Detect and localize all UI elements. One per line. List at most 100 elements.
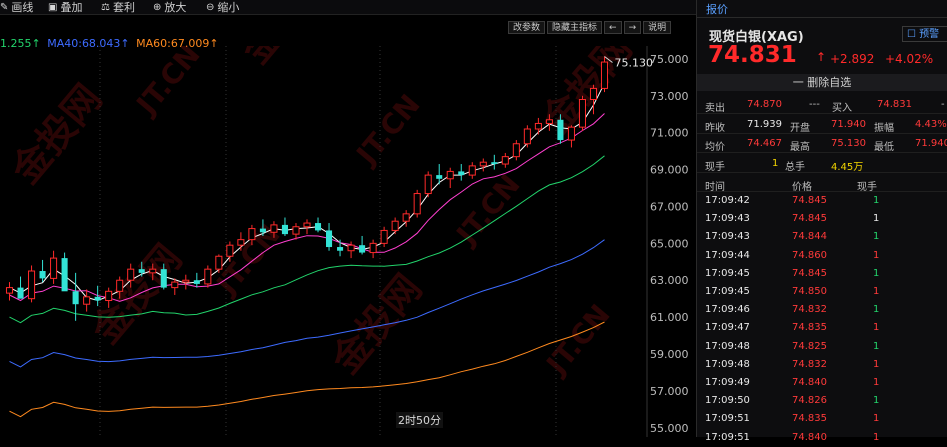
y-tick-label: 61.000 (650, 311, 689, 324)
y-tick-label: 71.000 (650, 127, 689, 140)
y-tick-label: 67.000 (650, 200, 689, 213)
tick-price: 74.845 (792, 267, 827, 279)
tick-price: 74.845 (792, 195, 827, 206)
tick-row: 17:09:46 74.832 1 (697, 301, 947, 319)
arbitrage-button[interactable]: ⚖ 套利 (101, 0, 135, 14)
tick-time: 17:09:48 (705, 358, 750, 370)
tick-price: 74.844 (792, 231, 827, 243)
hide-main-indicator-button[interactable]: 隐藏主指标 (547, 21, 603, 34)
candle-body (468, 165, 476, 176)
tick-volume: 1 (873, 249, 880, 261)
tick-price: 74.840 (792, 377, 827, 388)
candle-body (61, 258, 68, 292)
quote-panel: 报价 现货白银(XAG) ☐ 预警 74.831 ↑ +2.892 +4.02%… (697, 0, 947, 443)
tick-row: 17:09:43 74.845 1 (697, 210, 947, 228)
candle-body (491, 162, 498, 165)
next-indicator-button[interactable]: → (623, 21, 642, 34)
draw-line-button[interactable]: ✎ 画线 (0, 0, 33, 14)
candle-body (314, 223, 322, 231)
prev-indicator-button[interactable]: ← (604, 21, 622, 34)
tick-time: 17:09:50 (705, 395, 750, 407)
tick-time: 17:09:43 (705, 231, 750, 243)
tick-volume: 1 (873, 413, 880, 425)
ma-line-MA40 (9, 239, 605, 368)
candle-body (512, 143, 520, 158)
tick-row: 17:09:51 74.835 1 (697, 410, 947, 428)
tick-volume: 1 (873, 267, 880, 279)
tick-volume: 1 (873, 304, 880, 316)
candle-body (94, 296, 101, 301)
candle-body (171, 281, 179, 289)
y-tick-label: 65.000 (650, 237, 689, 250)
price-change: +2.892 (830, 52, 875, 66)
candle-body (446, 170, 454, 180)
tick-price: 74.832 (792, 358, 827, 370)
candle-body (28, 270, 36, 300)
candle-body (160, 269, 167, 288)
candle-body (83, 296, 91, 305)
tick-time: 17:09:42 (705, 195, 750, 206)
zoom-out-button[interactable]: ⊖ 缩小 (206, 0, 239, 14)
candle-body (424, 174, 432, 195)
zoom-in-button[interactable]: ⊕ 放大 (153, 0, 186, 14)
up-arrow-icon: ↑ (816, 50, 827, 64)
tick-row: 17:09:47 74.835 1 (697, 319, 947, 337)
tick-row: 17:09:51 74.840 1 (697, 429, 947, 447)
modify-params-button[interactable]: 改参数 (508, 21, 546, 34)
candle-body (105, 290, 113, 302)
tick-time: 17:09:45 (705, 267, 750, 279)
overlay-icon: ▣ (48, 1, 58, 13)
indicator-button-row: 改参数 隐藏主指标 ← → 说明 (508, 21, 672, 34)
tick-price: 74.840 (792, 431, 827, 443)
candle-body (72, 291, 79, 305)
quote-row-3: 现手 1 总手 4.45万 (697, 155, 947, 173)
remove-watchlist-button[interactable]: 一 删除自选 (697, 74, 947, 91)
candle-body (337, 247, 344, 251)
tick-row: 17:09:48 74.832 1 (697, 356, 947, 374)
tick-time: 17:09:46 (705, 304, 750, 316)
price-change-percent: +4.02% (885, 52, 934, 66)
candle-body (557, 119, 564, 141)
candle-body (545, 119, 553, 124)
candle-body (436, 175, 443, 179)
y-tick-label: 59.000 (650, 348, 689, 361)
tick-time: 17:09:45 (705, 286, 750, 297)
candle-body (182, 279, 190, 283)
candle-body (578, 98, 586, 128)
candle-body (292, 226, 300, 235)
tick-time: 17:09:48 (705, 340, 750, 352)
edit-line-icon: ✎ (0, 1, 9, 13)
last-price: 74.831 (708, 42, 797, 68)
help-button[interactable]: 说明 (643, 21, 672, 34)
tick-price: 74.845 (792, 213, 827, 225)
ma-lines (9, 83, 605, 418)
y-tick-label: 69.000 (650, 164, 689, 177)
candle-body (458, 171, 465, 176)
alert-button[interactable]: ☐ 预警 (902, 26, 947, 42)
tick-time: 17:09:49 (705, 377, 750, 388)
candlestick-chart[interactable]: 金投网JT.CN金投网JT.CN金投网JT.CN金投网JT.CN金投网JT.CN… (0, 0, 857, 437)
tick-row: 17:09:50 74.826 1 (697, 392, 947, 410)
time-label: 2时50分 (396, 412, 443, 428)
tick-time: 17:09:47 (705, 322, 750, 334)
quote-tab[interactable]: 报价 (697, 0, 947, 18)
tick-row: 17:09:48 74.825 1 (697, 338, 947, 356)
watermark-text: 金投网 (233, 46, 341, 73)
app-root: ✎ 画线 ▣ 叠加 ⚖ 套利 ⊕ 放大 ⊖ 缩小 改参数 隐藏主指标 ← → 说… (0, 0, 947, 443)
candle-body (359, 245, 366, 253)
tick-row: 17:09:45 74.850 1 (697, 283, 947, 301)
candle-body (534, 122, 542, 130)
tick-volume: 1 (873, 340, 880, 352)
overlay-button[interactable]: ▣ 叠加 (48, 0, 82, 14)
chart-canvas: 金投网JT.CN金投网JT.CN金投网JT.CN金投网JT.CN金投网JT.CN… (3, 0, 857, 437)
y-axis: 75.000 73.000 71.000 69.000 67.000 65.000 63.0… (650, 53, 689, 435)
watermark-text: JT.CN (539, 298, 617, 382)
candle-body (501, 156, 509, 165)
tick-price: 74.832 (792, 304, 827, 316)
watermark-text: JT.CN (349, 88, 427, 172)
chart-toolbar: ✎ 画线 ▣ 叠加 ⚖ 套利 ⊕ 放大 ⊖ 缩小 (0, 0, 696, 15)
tick-volume: 1 (873, 195, 880, 206)
candle-body (39, 271, 46, 279)
candle-body (193, 280, 200, 284)
y-tick-label: 73.000 (650, 90, 689, 103)
